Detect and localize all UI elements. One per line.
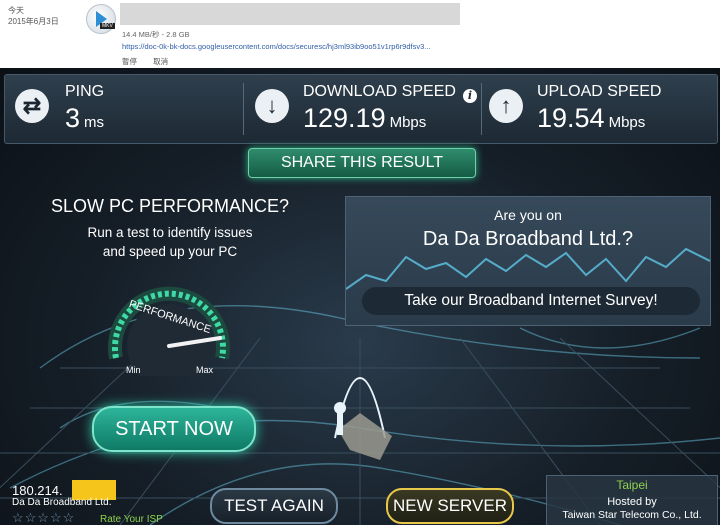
pc-performance-ad: SLOW PC PERFORMANCE? Run a test to ident… (20, 196, 320, 261)
video-file-icon: MKV (86, 4, 116, 34)
new-server-button[interactable]: NEW SERVER (386, 488, 514, 524)
performance-gauge-icon: PERFORMANCE Min Max (108, 286, 230, 376)
ad-line-1: Run a test to identify issues (87, 225, 253, 240)
upload-number: 19.54 (537, 103, 605, 133)
upload-value: 19.54 Mbps (537, 103, 645, 134)
download-date: 今天 2015年6月3日 (8, 5, 59, 27)
ping-unit: ms (84, 114, 105, 131)
server-city[interactable]: Taipei (547, 478, 717, 492)
cancel-download-link[interactable]: 取消 (153, 57, 168, 66)
download-actions: 暫停 取消 (122, 56, 182, 67)
ip-address: 180.214. (12, 483, 63, 498)
ping-arrows-icon: ⇄ (15, 89, 49, 123)
isp-survey-panel: Are you on Da Da Broadband Ltd.? Take ou… (345, 196, 711, 326)
rate-isp-link[interactable]: Rate Your ISP (100, 514, 163, 525)
download-arrow-icon: ↓ (255, 89, 289, 123)
ping-label: PING (65, 83, 105, 100)
host-name: Taiwan Star Telecom Co., Ltd. (562, 509, 702, 521)
share-result-button[interactable]: SHARE THIS RESULT (248, 148, 476, 178)
download-url-link[interactable]: https://doc-0k-bk-docs.googleusercontent… (122, 42, 431, 51)
server-info: Taipei Hosted by Taiwan Star Telecom Co.… (546, 475, 718, 525)
isp-name: Da Da Broadband Ltd. (12, 497, 112, 508)
stat-divider (481, 83, 482, 135)
ping-stat: ⇄ PING 3 ms (9, 75, 243, 143)
upload-stat: ↑ UPLOAD SPEED 19.54 Mbps (487, 75, 713, 143)
test-again-button[interactable]: TEST AGAIN (210, 488, 338, 524)
download-unit: Mbps (389, 114, 427, 131)
ping-value: 3 ms (65, 103, 104, 134)
upload-unit: Mbps (608, 114, 646, 131)
download-number: 129.19 (303, 103, 386, 133)
pause-download-link[interactable]: 暫停 (122, 57, 137, 66)
ad-line-2: and speed up your PC (102, 244, 238, 259)
download-label: DOWNLOAD SPEED (303, 83, 456, 100)
redacted-filename (120, 3, 460, 25)
ping-number: 3 (65, 103, 81, 133)
footer-bar: 180.214. Da Da Broadband Ltd. ☆☆☆☆☆ Rate… (0, 473, 720, 525)
ad-text: Run a test to identify issues and speed … (20, 223, 320, 261)
start-now-button[interactable]: START NOW (92, 406, 256, 452)
file-type-tag: MKV (100, 23, 115, 29)
gauge-min-label: Min (126, 365, 141, 375)
rating-stars[interactable]: ☆☆☆☆☆ (12, 510, 75, 525)
download-progress-text: 14.4 MB/秒 - 2.8 GB (122, 30, 190, 39)
hosted-by-label: Hosted by (607, 496, 657, 508)
upload-arrow-icon: ↑ (489, 89, 523, 123)
info-icon[interactable]: i (463, 89, 477, 103)
download-bar: 今天 2015年6月3日 MKV 14.4 MB/秒 - 2.8 GB http… (0, 0, 720, 68)
survey-isp-name: Da Da Broadband Ltd.? (422, 228, 634, 250)
take-survey-button[interactable]: Take our Broadband Internet Survey! (362, 287, 700, 315)
ad-title: SLOW PC PERFORMANCE? (50, 196, 290, 216)
download-day-label: 今天 (8, 6, 24, 15)
gauge-max-label: Max (196, 365, 214, 375)
results-bar: ⇄ PING 3 ms ↓ DOWNLOAD SPEED i 129.19 Mbps… (4, 74, 718, 144)
download-date-label: 2015年6月3日 (8, 17, 59, 26)
speedtest-panel: ⇄ PING 3 ms ↓ DOWNLOAD SPEED i 129.19 Mbps… (0, 68, 720, 525)
download-value: 129.19 Mbps (303, 103, 426, 134)
stat-divider (243, 83, 244, 135)
survey-question: Are you on (494, 207, 562, 223)
download-stat: ↓ DOWNLOAD SPEED i 129.19 Mbps (249, 75, 485, 143)
upload-label: UPLOAD SPEED (537, 83, 662, 100)
